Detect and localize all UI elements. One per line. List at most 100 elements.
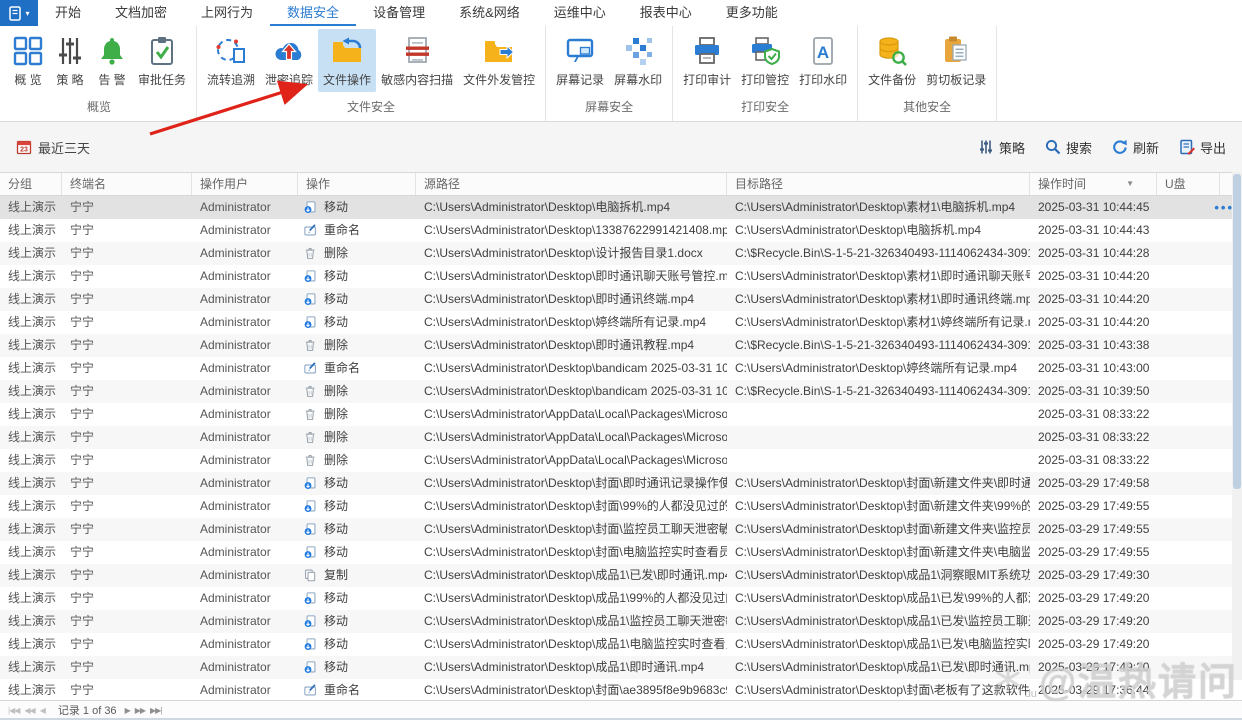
table-row[interactable]: 线上演示宁宁Administrator删除C:\Users\Administra… [0,242,1242,265]
nav-prev-button[interactable]: ◀ [40,706,45,715]
table-row[interactable]: 线上演示宁宁Administrator重命名C:\Users\Administr… [0,357,1242,380]
sort-arrow-icon[interactable]: ▼ [1126,173,1148,195]
column-header[interactable]: 操作 [298,173,416,195]
cell-group: 线上演示 [0,633,62,656]
cell-group: 线上演示 [0,495,62,518]
table-row[interactable]: 线上演示宁宁Administrator复制C:\Users\Administra… [0,564,1242,587]
ribbon-button-screen-watermark[interactable]: 屏幕水印 [609,29,667,92]
table-row[interactable]: 线上演示宁宁Administrator移动C:\Users\Administra… [0,472,1242,495]
move-icon [304,546,318,560]
table-row[interactable]: 线上演示宁宁Administrator移动C:\Users\Administra… [0,587,1242,610]
ribbon-button-flow-trace[interactable]: 流转追溯 [202,29,260,92]
ribbon-button-print-control[interactable]: 打印管控 [736,29,794,92]
menu-tab-device-mgmt[interactable]: 设备管理 [356,0,442,26]
menu-tab-system-network[interactable]: 系统&网络 [442,0,537,26]
ribbon-button-label: 文件操作 [323,71,371,88]
column-header[interactable]: 分组 [0,173,62,195]
table-row[interactable]: 线上演示宁宁Administrator删除C:\Users\Administra… [0,380,1242,403]
cell-terminal: 宁宁 [62,564,192,587]
ribbon-button-file-backup[interactable]: 文件备份 [863,29,921,92]
cell-time: 2025-03-29 17:49:58 [1030,472,1157,495]
cell-group: 线上演示 [0,449,62,472]
cell-operation: 删除 [298,242,416,265]
menu-tab-data-security[interactable]: 数据安全 [270,0,356,26]
menu-tab-more-features[interactable]: 更多功能 [709,0,795,26]
cell-target-path: C:\$Recycle.Bin\S-1-5-21-326340493-11140… [727,380,1030,403]
table-row[interactable]: 线上演示宁宁Administrator移动C:\Users\Administra… [0,311,1242,334]
table-row[interactable]: 线上演示宁宁Administrator删除C:\Users\Administra… [0,426,1242,449]
column-header[interactable]: 操作时间▼ [1030,173,1157,195]
table-row[interactable]: 线上演示宁宁Administrator删除C:\Users\Administra… [0,449,1242,472]
table-row[interactable]: 线上演示宁宁Administrator移动C:\Users\Administra… [0,656,1242,679]
printer-shield-icon [749,35,781,67]
ribbon-button-screen-record[interactable]: 屏幕记录 [551,29,609,92]
menu-tab-doc-encrypt[interactable]: 文档加密 [98,0,184,26]
cell-user: Administrator [192,679,298,702]
column-header[interactable]: U盘 [1157,173,1220,195]
ribbon-button-leak-track[interactable]: 泄密追踪 [260,29,318,92]
cell-source-path: C:\Users\Administrator\Desktop\成品1\监控员工聊… [416,610,727,633]
table-row[interactable]: 线上演示宁宁Administrator移动C:\Users\Administra… [0,541,1242,564]
record-nav-left: |◀◀◀◀◀ [8,704,50,716]
table-row[interactable]: 线上演示宁宁Administrator移动C:\Users\Administra… [0,633,1242,656]
date-range-filter[interactable]: 23 最近三天 [16,138,90,157]
menu-tab-ops-center[interactable]: 运维中心 [537,0,623,26]
table-row[interactable]: 线上演示宁宁Administrator移动C:\Users\Administra… [0,265,1242,288]
ribbon-button-clipboard-record[interactable]: 剪切板记录 [921,29,991,92]
ribbon-button-content-scan[interactable]: 敏感内容扫描 [376,29,458,92]
ribbon-button-alert[interactable]: 告 警 [91,29,133,92]
table-row[interactable]: 线上演示宁宁Administrator移动C:\Users\Administra… [0,610,1242,633]
ribbon-button-label: 文件备份 [868,71,916,88]
nav-next-button[interactable]: ▶ [125,706,130,715]
ribbon-button-approval-tasks[interactable]: 审批任务 [133,29,191,92]
table-row[interactable]: 线上演示宁宁Administrator移动C:\Users\Administra… [0,495,1242,518]
column-header[interactable]: 目标路径 [727,173,1030,195]
cell-time: 2025-03-31 10:44:43 [1030,219,1157,242]
table-row[interactable]: 线上演示宁宁Administrator删除C:\Users\Administra… [0,334,1242,357]
nav-last-button[interactable]: ▶▶| [150,706,161,715]
table-row[interactable]: 线上演示宁宁Administrator移动C:\Users\Administra… [0,288,1242,311]
scrollbar-thumb[interactable] [1233,174,1241,489]
cell-usb [1157,334,1220,357]
refresh-button[interactable]: 刷新 [1112,138,1159,157]
table-row[interactable]: 线上演示宁宁Administrator重命名C:\Users\Administr… [0,679,1242,702]
cell-operation: 移动 [298,288,416,311]
table-row[interactable]: 线上演示宁宁Administrator重命名C:\Users\Administr… [0,219,1242,242]
column-header[interactable]: 操作用户 [192,173,298,195]
app-menu-button[interactable]: ▾ [0,0,38,26]
cell-time: 2025-03-31 10:44:20 [1030,265,1157,288]
column-header[interactable]: 终端名 [62,173,192,195]
menu-tab-report-center[interactable]: 报表中心 [623,0,709,26]
ribbon-button-print-watermark[interactable]: A打印水印 [794,29,852,92]
column-header[interactable]: 源路径 [416,173,727,195]
vertical-scrollbar[interactable] [1232,172,1242,680]
policy-button[interactable]: 策略 [978,138,1025,157]
ribbon-button-file-operations[interactable]: 文件操作 [318,29,376,92]
cell-time: 2025-03-29 17:49:55 [1030,495,1157,518]
cell-terminal: 宁宁 [62,633,192,656]
cell-target-path: C:\Users\Administrator\Desktop\成品1\洞察眼MI… [727,564,1030,587]
cell-operation: 重命名 [298,357,416,380]
export-button[interactable]: 导出 [1179,138,1226,157]
menu-tab-home[interactable]: 开始 [38,0,98,26]
cell-terminal: 宁宁 [62,311,192,334]
ribbon-button-policy[interactable]: 策 略 [49,29,91,92]
ribbon-button-label: 屏幕水印 [614,71,662,88]
table-row[interactable]: 线上演示宁宁Administrator移动C:\Users\Administra… [0,518,1242,541]
cell-operation: 移动 [298,311,416,334]
cell-group: 线上演示 [0,518,62,541]
nav-next-page-button[interactable]: ▶▶ [135,706,145,715]
nav-prev-page-button[interactable]: ◀◀ [24,706,34,715]
cell-usb [1157,495,1220,518]
ribbon-button-print-audit[interactable]: 打印审计 [678,29,736,92]
nav-first-button[interactable]: |◀◀ [8,706,19,715]
table-row[interactable]: 线上演示宁宁Administrator移动C:\Users\Administra… [0,196,1242,219]
menu-tab-web-behavior[interactable]: 上网行为 [184,0,270,26]
sliders-small-icon [978,139,994,155]
ribbon-button-outgoing-control[interactable]: 文件外发管控 [458,29,540,92]
search-button[interactable]: 搜索 [1045,138,1092,157]
cell-operation: 删除 [298,449,416,472]
table-row[interactable]: 线上演示宁宁Administrator删除C:\Users\Administra… [0,403,1242,426]
ribbon-button-overview[interactable]: 概 览 [7,29,49,92]
move-icon [304,523,318,537]
